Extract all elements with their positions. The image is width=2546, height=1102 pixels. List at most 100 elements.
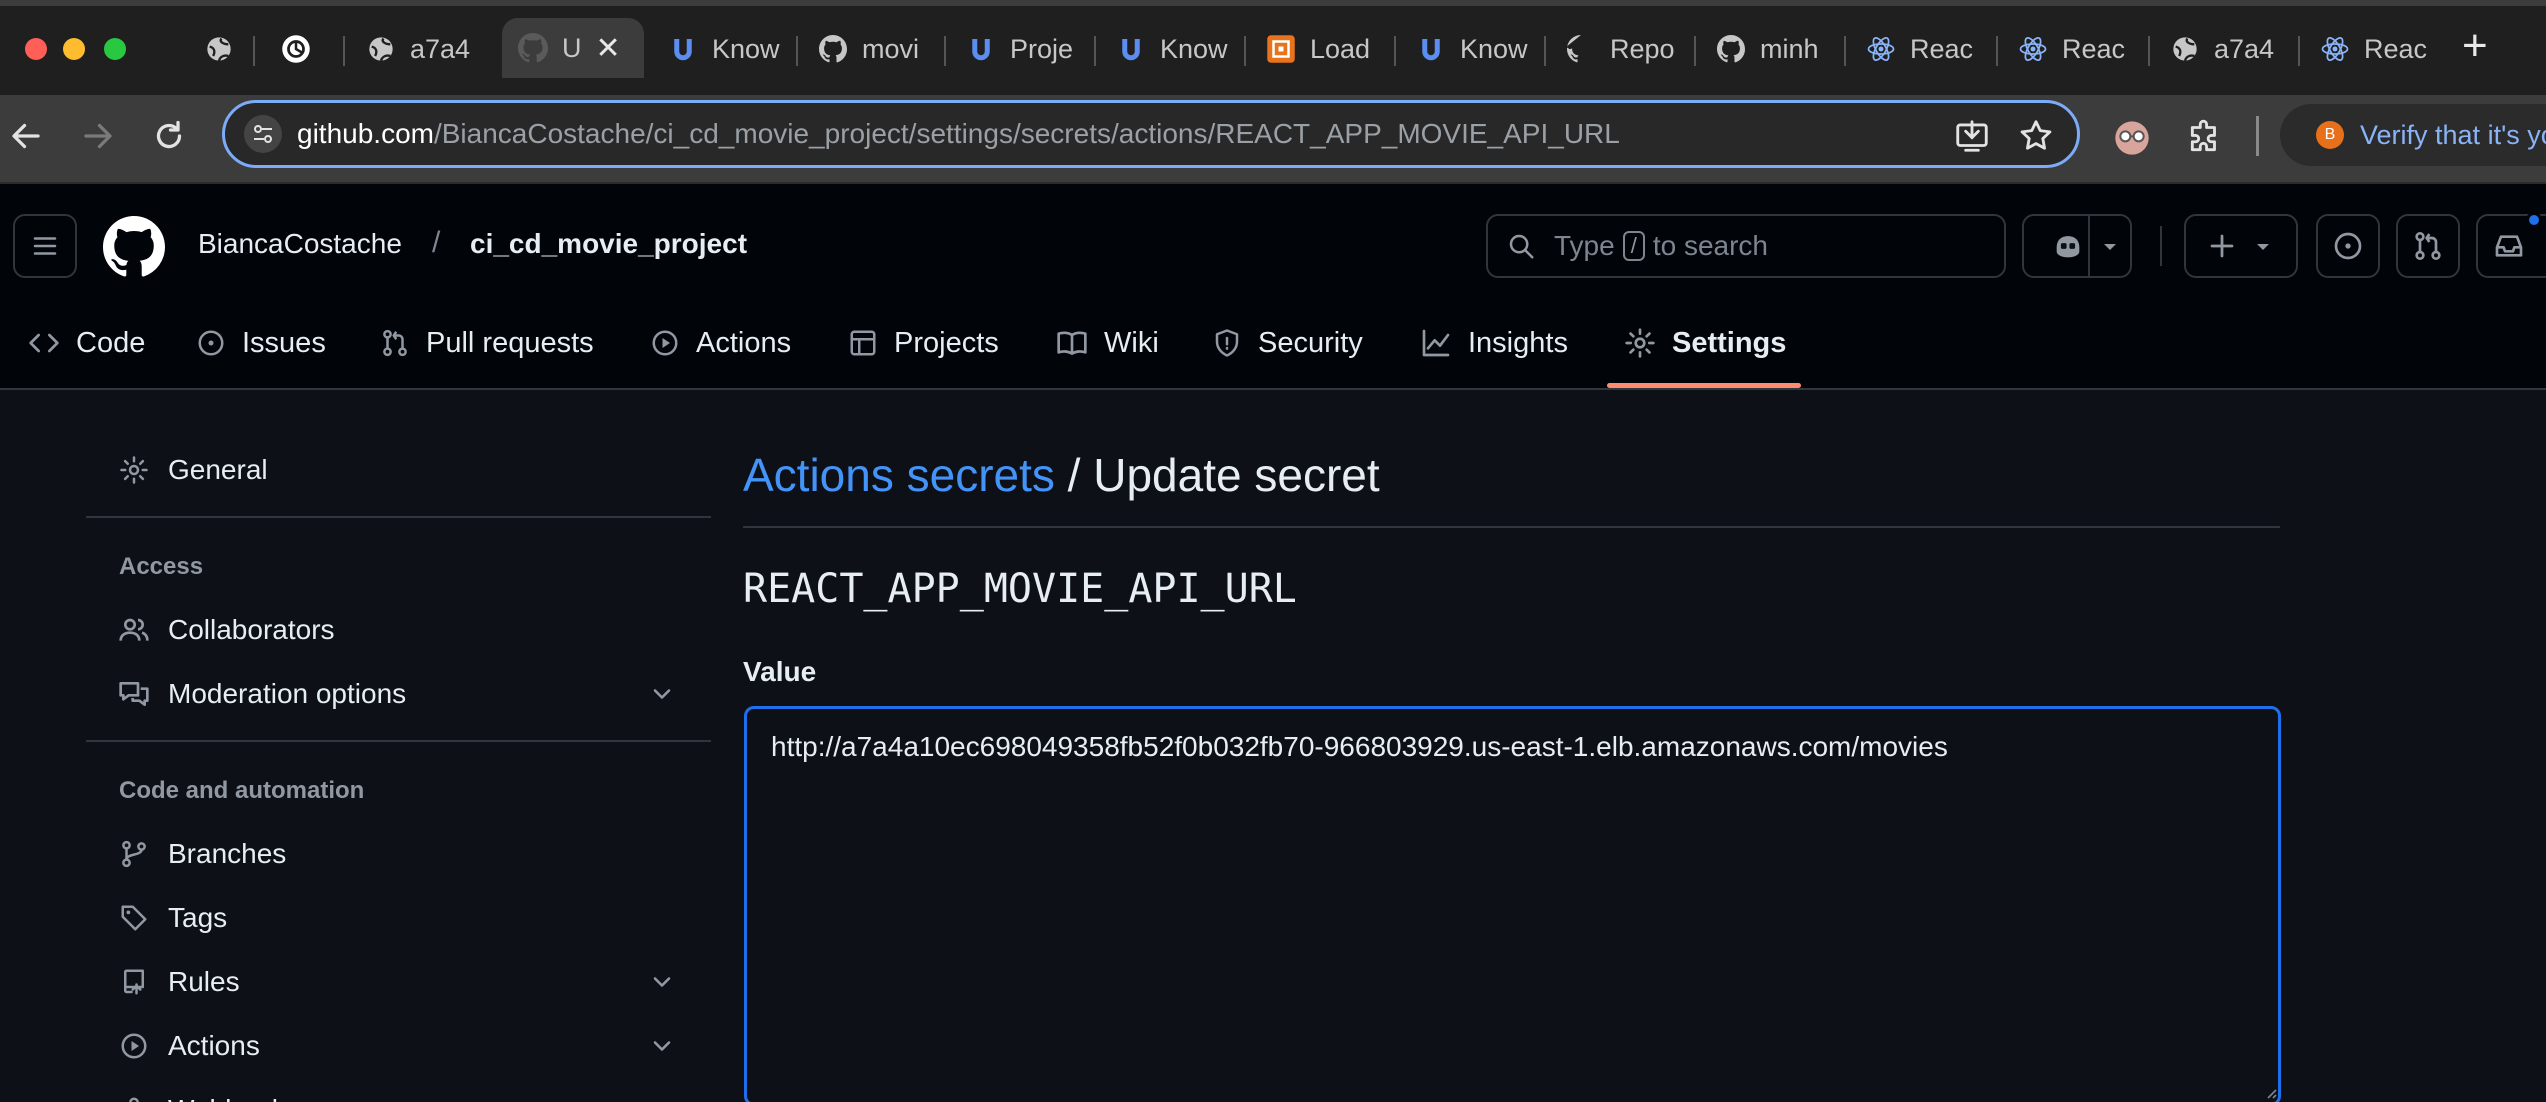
issue-opened-icon: [2332, 230, 2364, 262]
github-logo-icon[interactable]: [103, 216, 165, 278]
table-icon: [848, 328, 878, 358]
search-icon: [1506, 231, 1536, 261]
sidebar-heading-access: Access: [119, 553, 204, 580]
secret-name: REACT_APP_MOVIE_API_URL: [743, 566, 1297, 612]
browser-tab[interactable]: Reac: [1850, 22, 1994, 76]
selected-tab-indicator: [1607, 383, 1801, 388]
chevron-down-icon[interactable]: [648, 1032, 676, 1060]
browser-tab-active[interactable]: U ✕: [502, 18, 644, 78]
udemy-icon: [668, 34, 698, 64]
sidebar-item-label: Collaborators: [168, 614, 335, 645]
udemy-icon: [1116, 34, 1146, 64]
sidebar-item-moderation-options[interactable]: Moderation options: [118, 670, 406, 718]
browser-tab[interactable]: Proje: [950, 22, 1090, 76]
github-icon: [1716, 34, 1746, 64]
play-icon: [650, 328, 680, 358]
sidebar-item-actions[interactable]: Actions: [118, 1022, 260, 1070]
bookmark-star-icon[interactable]: [2017, 117, 2055, 155]
maximize-window-button[interactable]: [104, 38, 126, 60]
copilot-icon: [2051, 229, 2085, 263]
back-icon[interactable]: [8, 118, 44, 154]
extensions-puzzle-icon[interactable]: [2186, 118, 2222, 154]
resize-handle-icon[interactable]: [2262, 1084, 2278, 1100]
gear-icon: [1624, 327, 1656, 359]
verify-text: Verify that it's yo: [2360, 119, 2546, 150]
profile-extension-icon[interactable]: [2112, 118, 2149, 155]
tab-title: U: [562, 32, 582, 63]
webhook-icon: [118, 1095, 150, 1102]
search-input[interactable]: Type / to search: [1486, 214, 2006, 278]
close-tab-icon[interactable]: ✕: [596, 31, 621, 66]
tab-title: Know: [712, 33, 780, 64]
sidebar-item-collaborators[interactable]: Collaborators: [118, 606, 335, 654]
tab-title: movi: [862, 33, 920, 64]
tab-insights[interactable]: Insights: [1420, 318, 1568, 368]
tab-security[interactable]: Security: [1212, 318, 1363, 368]
new-tab-button[interactable]: +: [2462, 24, 2488, 68]
browser-tab[interactable]: Know: [1100, 22, 1240, 76]
openai-icon: [281, 34, 311, 64]
forward-icon[interactable]: [80, 118, 116, 154]
sidebar-item-webhooks[interactable]: Webhooks: [118, 1086, 300, 1102]
pull-requests-button[interactable]: [2396, 214, 2460, 278]
issues-button[interactable]: [2316, 214, 2380, 278]
chevron-down-icon[interactable]: [2098, 234, 2122, 258]
sidebar-item-tags[interactable]: Tags: [118, 894, 227, 942]
browser-tab[interactable]: minh: [1700, 22, 1840, 76]
sidebar-heading-code-automation: Code and automation: [119, 777, 365, 804]
actions-secrets-link[interactable]: Actions secrets: [743, 449, 1055, 501]
tab-settings[interactable]: Settings: [1624, 318, 1786, 368]
globe-icon: [204, 34, 234, 64]
breadcrumb-repo[interactable]: ci_cd_movie_project: [470, 228, 747, 260]
browser-tab[interactable]: Load: [1250, 22, 1390, 76]
browser-tab[interactable]: Repo: [1550, 22, 1690, 76]
secret-value-field[interactable]: http://a7a4a10ec698049358fb52f0b032fb70-…: [744, 706, 2281, 1102]
copilot-button[interactable]: [2022, 214, 2132, 278]
sidebar-item-label: Actions: [168, 1030, 260, 1061]
address-bar[interactable]: github.com/BiancaCostache/ci_cd_movie_pr…: [222, 100, 2080, 168]
sidebar-item-general[interactable]: General: [118, 446, 268, 494]
tab-issues[interactable]: Issues: [196, 318, 326, 368]
chevron-down-icon: [2251, 234, 2275, 258]
sidebar-item-rules[interactable]: Rules: [118, 958, 240, 1006]
minimize-window-button[interactable]: [63, 38, 85, 60]
tab-title: a7a4: [410, 33, 471, 64]
browser-tab[interactable]: Know: [1400, 22, 1540, 76]
create-new-button[interactable]: [2184, 214, 2298, 278]
browser-tab[interactable]: a7a4: [2154, 22, 2294, 76]
tab-label: Actions: [696, 326, 792, 359]
browser-tab[interactable]: Know: [652, 22, 792, 76]
tab-code[interactable]: Code: [28, 318, 145, 368]
git-branch-icon: [118, 839, 150, 869]
tab-title: Reac: [2364, 33, 2428, 64]
install-app-icon[interactable]: [1953, 117, 1991, 155]
verify-identity-chip[interactable]: B Verify that it's yo: [2280, 104, 2546, 166]
notification-indicator: [2526, 212, 2542, 228]
menu-button[interactable]: [13, 214, 77, 278]
reload-icon[interactable]: [151, 118, 187, 154]
chevron-down-icon[interactable]: [648, 968, 676, 996]
close-window-button[interactable]: [25, 38, 47, 60]
chevron-down-icon[interactable]: [648, 680, 676, 708]
tab-projects[interactable]: Projects: [848, 318, 999, 368]
url-host: github.com: [297, 118, 434, 149]
sidebar-item-branches[interactable]: Branches: [118, 830, 286, 878]
tab-label: Security: [1258, 326, 1363, 359]
globe-icon: [366, 34, 396, 64]
browser-tab[interactable]: movi: [802, 22, 942, 76]
tab-wiki[interactable]: Wiki: [1056, 318, 1159, 368]
browser-tab[interactable]: [188, 22, 258, 76]
browser-tab[interactable]: [265, 22, 341, 76]
tab-label: Projects: [894, 326, 999, 359]
tab-pull-requests[interactable]: Pull requests: [380, 318, 594, 368]
tab-actions[interactable]: Actions: [650, 318, 791, 368]
code-icon: [28, 327, 60, 359]
browser-tab[interactable]: a7a4: [350, 22, 490, 76]
browser-tab[interactable]: Reac: [2304, 22, 2448, 76]
breadcrumb-separator: /: [432, 226, 441, 259]
react-icon: [1866, 34, 1896, 64]
site-settings-icon[interactable]: [243, 114, 283, 154]
breadcrumb-owner[interactable]: BiancaCostache: [198, 228, 402, 260]
github-icon: [1566, 34, 1596, 64]
browser-tab[interactable]: Reac: [2002, 22, 2146, 76]
